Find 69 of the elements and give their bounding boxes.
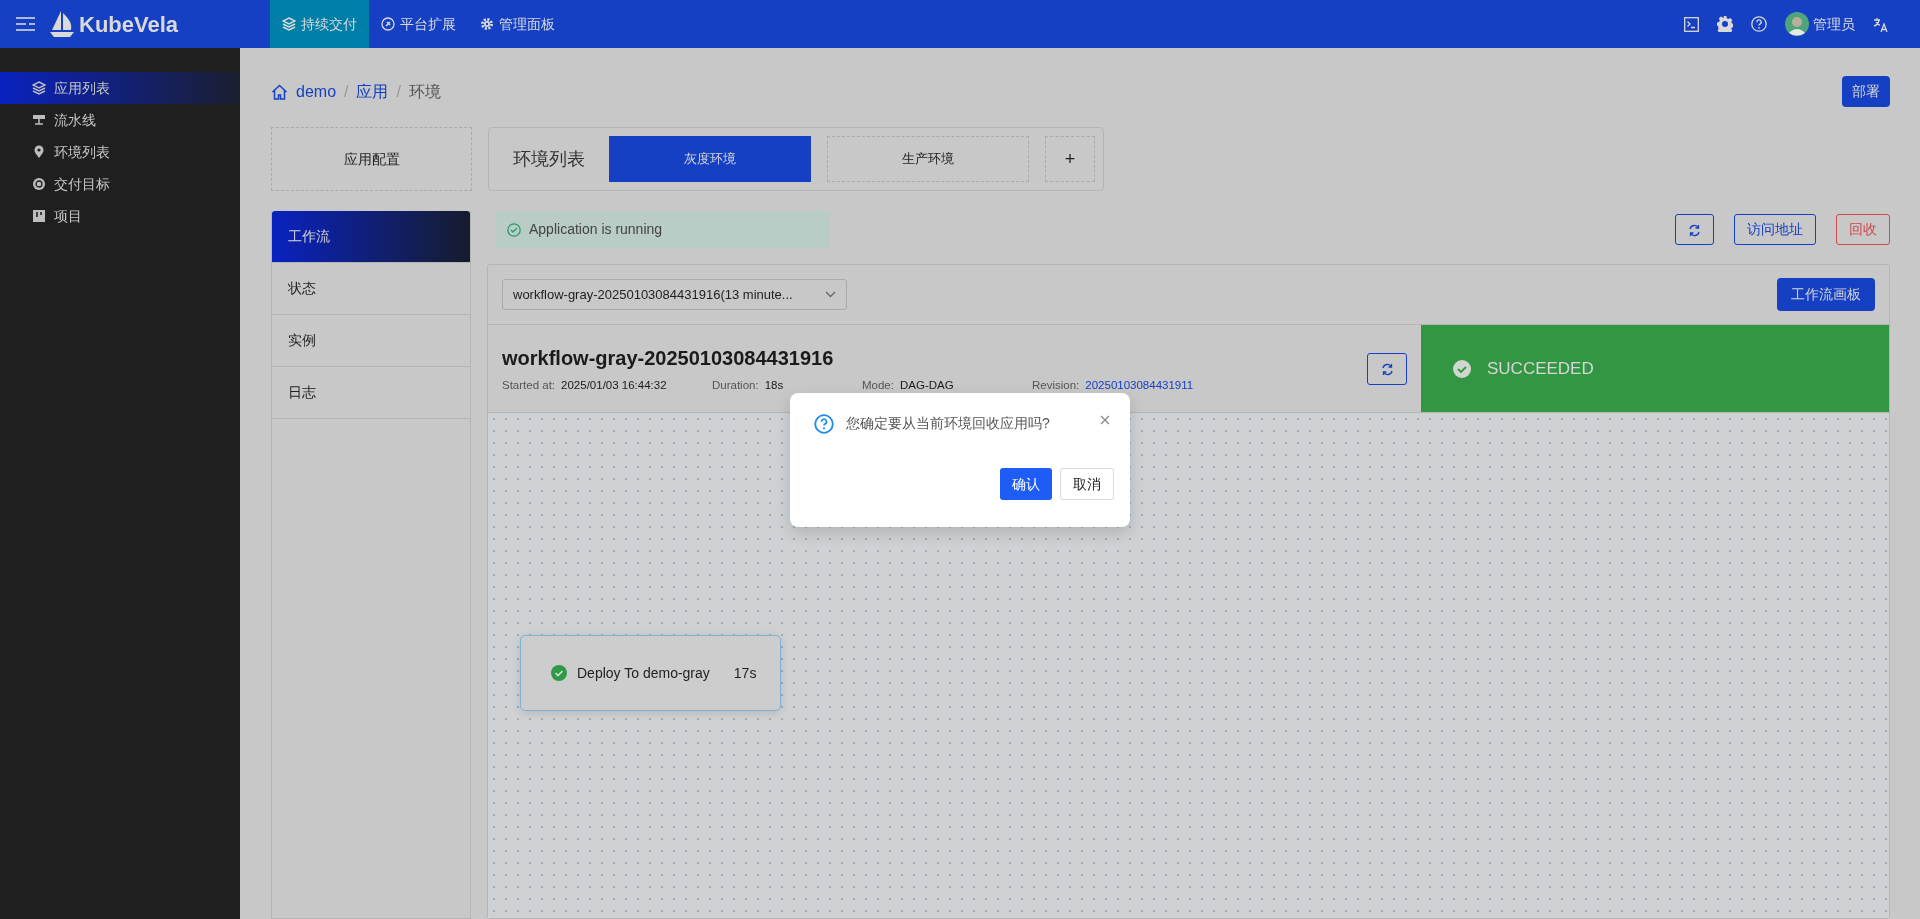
side-tab[interactable]: 日志 — [272, 367, 470, 419]
layers-icon — [32, 81, 46, 95]
nav-tab[interactable]: 管理面板 — [468, 0, 567, 48]
sidebar-item[interactable]: 应用列表 — [0, 72, 240, 104]
check-circle-icon — [1453, 359, 1471, 378]
menu-icon[interactable] — [16, 17, 35, 31]
side-tab[interactable]: 状态 — [272, 263, 470, 315]
check-circle-icon — [507, 222, 521, 237]
nav-tab[interactable]: 平台扩展 — [369, 0, 468, 48]
side-tab[interactable]: 工作流 — [272, 211, 470, 263]
deploy-button[interactable]: 部署 — [1842, 76, 1890, 107]
check-circle-icon — [551, 665, 567, 681]
refresh-icon — [1688, 223, 1701, 237]
app-config-card[interactable]: 应用配置 — [271, 127, 472, 191]
sidebar-item[interactable]: 流水线 — [0, 104, 240, 136]
settings-icon[interactable] — [1717, 16, 1733, 32]
home-icon[interactable] — [271, 84, 288, 100]
gear-icon — [480, 17, 494, 31]
avatar-icon[interactable] — [1785, 12, 1809, 36]
workflow-name: workflow-gray-20250103084431916 — [502, 345, 835, 371]
meta-label: Revision: — [1032, 377, 1080, 393]
workflow-select[interactable]: workflow-gray-20250103084431916(13 minute... — [502, 279, 847, 310]
env-tab[interactable]: 生产环境 — [827, 136, 1029, 182]
meta-label: Duration: — [712, 377, 759, 393]
refresh-icon — [1380, 362, 1394, 376]
confirm-button[interactable]: 确认 — [1000, 468, 1052, 500]
env-tab[interactable]: 灰度环境 — [609, 136, 811, 182]
cancel-button[interactable]: 取消 — [1060, 468, 1114, 500]
refresh-button[interactable] — [1367, 352, 1407, 385]
workflow-step-node[interactable]: Deploy To demo-gray 17s — [520, 635, 781, 711]
revision-link[interactable]: 20250103084431911 — [1085, 376, 1194, 395]
env-list-title: 环境列表 — [512, 147, 586, 171]
visit-address-button[interactable]: 访问地址 — [1734, 214, 1816, 245]
step-duration: 17s — [733, 663, 757, 683]
location-pin-icon — [32, 145, 46, 159]
sidebar-item[interactable]: 环境列表 — [0, 136, 240, 168]
breadcrumb-separator: / — [344, 82, 349, 102]
add-env-button[interactable]: + — [1045, 136, 1095, 182]
meta-label: Mode: — [862, 377, 894, 393]
step-name: Deploy To demo-gray — [577, 663, 710, 683]
breadcrumb-link[interactable]: 应用 — [356, 80, 389, 104]
question-icon — [814, 413, 834, 434]
help-icon[interactable] — [1751, 16, 1767, 32]
target-icon — [32, 177, 46, 191]
breadcrumb-separator: / — [396, 82, 401, 102]
chevron-down-icon — [825, 291, 836, 298]
terminal-icon[interactable] — [1684, 16, 1699, 32]
workflow-board-button[interactable]: 工作流画板 — [1777, 278, 1875, 311]
side-tab[interactable]: 实例 — [272, 315, 470, 367]
breadcrumb-link[interactable]: demo — [296, 80, 337, 104]
meta-value: 18s — [764, 377, 784, 393]
close-icon[interactable] — [1100, 415, 1110, 425]
breadcrumb-current: 环境 — [408, 82, 441, 102]
sidebar-item[interactable]: 交付目标 — [0, 168, 240, 200]
pipeline-icon — [32, 113, 46, 127]
meta-value: 2025/01/03 16:44:32 — [561, 377, 667, 393]
sidebar-item[interactable]: 项目 — [0, 200, 240, 232]
brand-name: KubeVela — [79, 10, 179, 39]
dialog-message: 您确定要从当前环境回收应用吗? — [846, 414, 1050, 433]
status-text: SUCCEEDED — [1487, 357, 1594, 380]
alert-text: Application is running — [529, 220, 663, 239]
refresh-button[interactable] — [1675, 214, 1714, 245]
user-name[interactable]: 管理员 — [1813, 13, 1855, 35]
board-icon — [32, 209, 46, 223]
translate-icon[interactable] — [1873, 16, 1888, 32]
sailboat-logo-icon — [49, 10, 75, 38]
layers-icon — [282, 17, 296, 31]
meta-label: Started at: — [502, 377, 556, 393]
meta-value: DAG-DAG — [899, 377, 954, 393]
